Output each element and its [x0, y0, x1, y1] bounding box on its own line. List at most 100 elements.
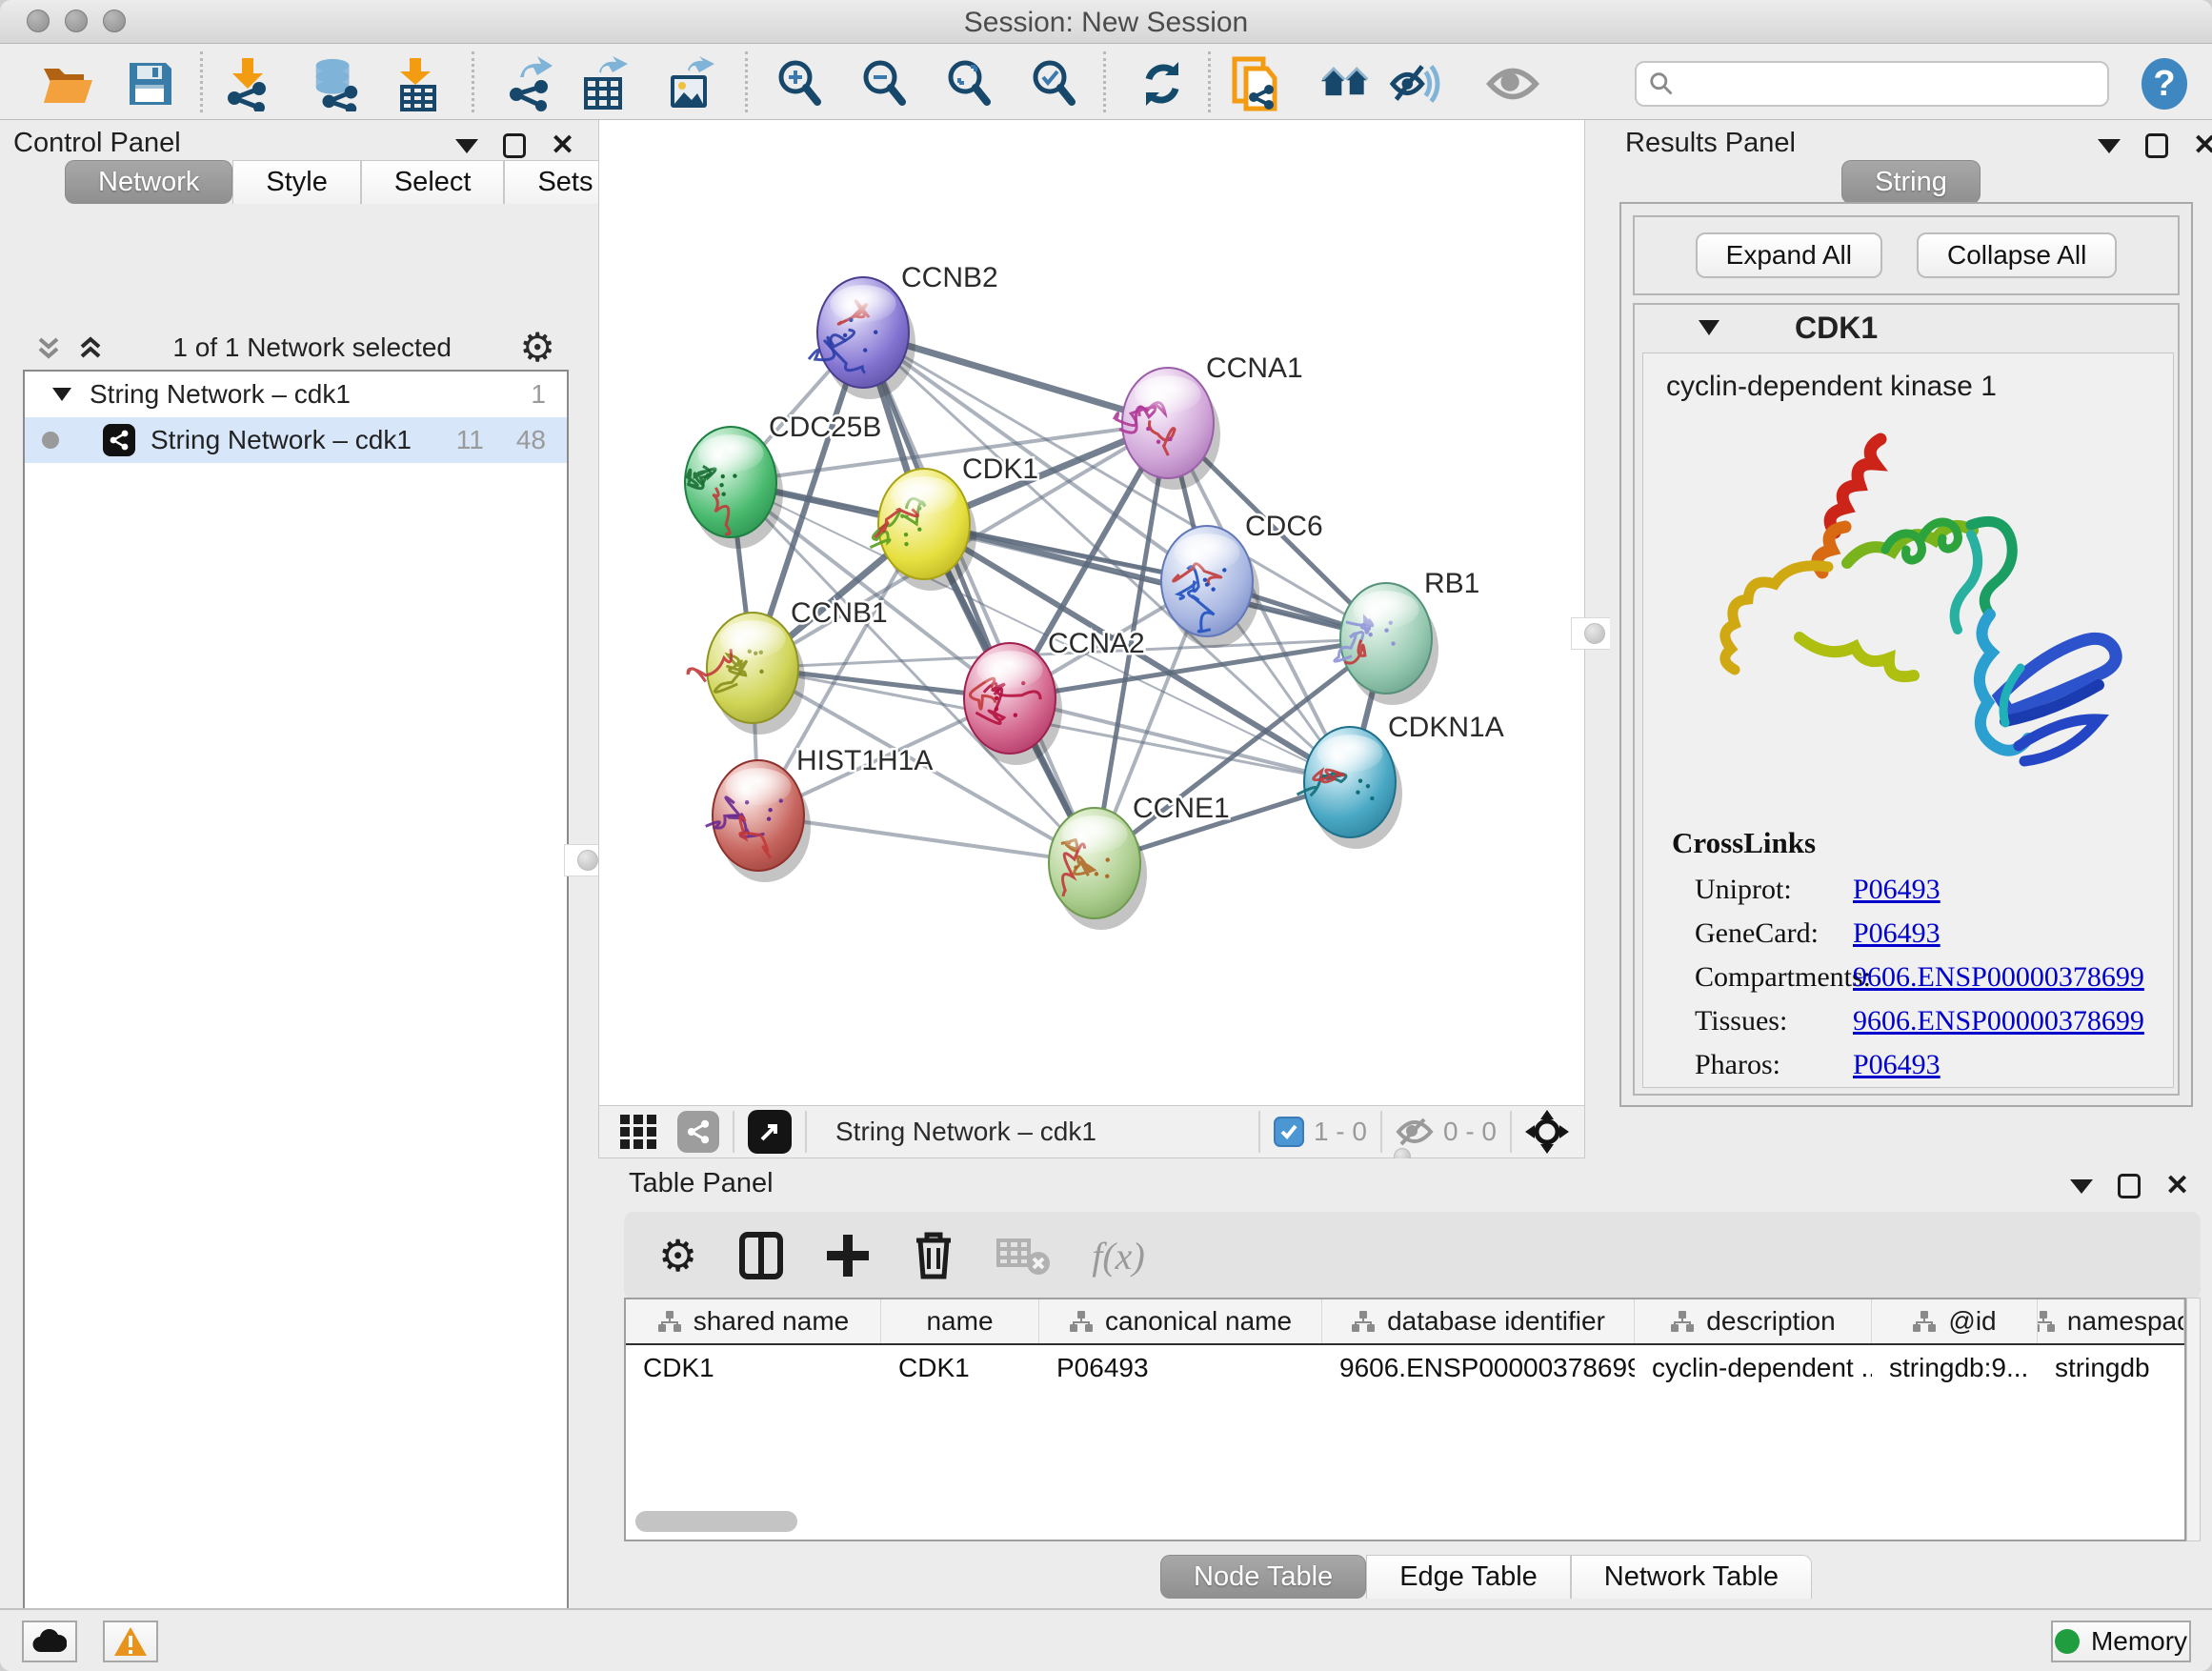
table-vertical-scrollbar[interactable] — [2186, 1298, 2201, 1541]
add-column-icon[interactable] — [825, 1233, 871, 1278]
table-horizontal-scrollbar[interactable] — [635, 1511, 797, 1532]
control-panel-close-icon[interactable]: ✕ — [551, 133, 574, 158]
zoom-out-icon[interactable] — [858, 57, 912, 111]
zoom-fit-icon[interactable] — [943, 57, 996, 111]
edge-CCNB2-CCNE1[interactable] — [863, 332, 1095, 863]
crosslink-link[interactable]: P06493 — [1853, 917, 1941, 950]
crosslink-link[interactable]: P06493 — [1853, 1049, 1941, 1081]
network-view-icon[interactable] — [677, 1111, 719, 1153]
show-eye-icon[interactable] — [1486, 57, 1539, 111]
node-CDKN1A[interactable]: CDKN1A — [1297, 712, 1504, 849]
tab-node-table[interactable]: Node Table — [1160, 1555, 1366, 1599]
memory-button[interactable]: Memory — [2051, 1621, 2191, 1662]
control-panel: Control Panel ✕ Network Style Select Set… — [0, 120, 570, 1608]
collapse-all-button[interactable]: Collapse All — [1917, 232, 2117, 278]
network-canvas[interactable]: CCNB2 CCNA1 CDC25BCDK1 CDC6RB1 CCNB1 CCNA2 CDK… — [598, 120, 1585, 1105]
column-header-description[interactable]: description — [1635, 1299, 1872, 1343]
help-icon[interactable]: ? — [2138, 57, 2191, 111]
column-header-canonical-name[interactable]: canonical name — [1039, 1299, 1322, 1343]
network-row[interactable]: String Network – cdk1 11 48 — [25, 417, 567, 463]
search-field[interactable] — [1635, 61, 2109, 107]
section-collapse-triangle-icon[interactable] — [1698, 318, 1720, 337]
cloud-button[interactable] — [22, 1621, 77, 1662]
table-tabs: Node Table Edge Table Network Table — [1160, 1555, 1812, 1599]
network-collection-row[interactable]: String Network – cdk1 1 — [25, 372, 567, 417]
tab-string[interactable]: String — [1841, 160, 1981, 204]
tab-network-table[interactable]: Network Table — [1571, 1555, 1812, 1599]
selected-checkbox-icon[interactable] — [1274, 1117, 1304, 1147]
home-networks-icon[interactable] — [1319, 57, 1373, 111]
column-header-shared-name[interactable]: shared name — [626, 1299, 881, 1343]
toolbar-separator — [1103, 51, 1106, 112]
node-CCNA1[interactable]: CCNA1 — [1114, 352, 1302, 490]
table-cell[interactable]: stringdb:9... — [1872, 1345, 2038, 1391]
export-network-icon[interactable] — [503, 57, 556, 111]
import-network-file-icon[interactable] — [221, 57, 274, 111]
table-row[interactable]: CDK1CDK1P064939606.ENSP00000378699cyclin… — [626, 1345, 2184, 1391]
tab-style[interactable]: Style — [232, 160, 360, 204]
delete-column-icon[interactable] — [913, 1231, 955, 1280]
grid-view-icon[interactable] — [620, 1114, 656, 1150]
show-columns-icon[interactable] — [739, 1232, 783, 1279]
table-cell[interactable]: CDK1 — [626, 1345, 881, 1391]
tab-edge-table[interactable]: Edge Table — [1366, 1555, 1571, 1599]
hide-unhide-icon[interactable] — [1389, 57, 1442, 111]
memory-label: Memory — [2091, 1626, 2187, 1657]
zoom-in-icon[interactable] — [774, 57, 827, 111]
open-session-icon[interactable] — [41, 57, 94, 111]
network-options-gear-icon[interactable]: ⚙ — [519, 333, 555, 362]
table-cell[interactable]: cyclin-dependent ... — [1635, 1345, 1872, 1391]
export-image-icon[interactable] — [663, 57, 716, 111]
node-RB1[interactable]: RB1 — [1335, 568, 1479, 705]
tab-network[interactable]: Network — [65, 160, 232, 204]
table-panel-close-icon[interactable]: ✕ — [2165, 1174, 2189, 1198]
node-CDC25B[interactable]: CDC25B — [685, 412, 881, 549]
node-CCNA2[interactable]: CCNA2 — [964, 628, 1145, 765]
delete-table-icon[interactable] — [996, 1235, 1050, 1277]
apply-function-icon[interactable]: f(x) — [1092, 1234, 1145, 1278]
fit-selected-crosshair-icon[interactable] — [1525, 1110, 1569, 1154]
collapse-triangle-icon[interactable] — [51, 386, 72, 403]
export-table-icon[interactable] — [576, 57, 630, 111]
tab-select[interactable]: Select — [361, 160, 505, 204]
collapse-all-icon[interactable] — [34, 333, 63, 362]
column-header-@id[interactable]: @id — [1872, 1299, 2038, 1343]
search-input[interactable] — [1675, 70, 2096, 99]
node-CDC6[interactable]: CDC6 — [1161, 511, 1323, 648]
results-panel-menu-icon[interactable] — [2098, 139, 2121, 153]
birds-eye-view-icon[interactable] — [748, 1110, 792, 1154]
column-header-name[interactable]: name — [881, 1299, 1039, 1343]
crosslink-link[interactable]: 9606.ENSP00000378699 — [1853, 961, 2144, 994]
refresh-icon[interactable] — [1136, 57, 1189, 111]
table-cell[interactable]: stringdb — [2038, 1345, 2184, 1391]
node-CCNB1[interactable]: CCNB1 — [688, 597, 888, 735]
crosslink-link[interactable]: P06493 — [1853, 874, 1941, 906]
save-session-icon[interactable] — [124, 57, 177, 111]
column-header-database-identifier[interactable]: database identifier — [1322, 1299, 1635, 1343]
string-results-container: Expand All Collapse All CDK1 cyclin-depe… — [1619, 202, 2193, 1107]
warning-button[interactable] — [103, 1621, 158, 1662]
node-CCNE1[interactable]: CCNE1 — [1049, 793, 1230, 930]
node-HIST1H1A[interactable]: HIST1H1A — [706, 745, 934, 882]
table-cell[interactable]: CDK1 — [881, 1345, 1039, 1391]
node-CDK1[interactable]: CDK1 — [870, 453, 1038, 591]
results-panel-close-icon[interactable]: ✕ — [2193, 133, 2212, 158]
table-cell[interactable]: 9606.ENSP00000378699 — [1322, 1345, 1635, 1391]
control-panel-menu-icon[interactable] — [455, 139, 478, 153]
import-network-database-icon[interactable] — [309, 57, 362, 111]
table-cell[interactable]: P06493 — [1039, 1345, 1322, 1391]
control-panel-float-icon[interactable] — [503, 133, 526, 158]
expand-all-icon[interactable] — [76, 333, 105, 362]
table-panel-menu-icon[interactable] — [2070, 1179, 2093, 1194]
table-options-gear-icon[interactable]: ⚙ — [658, 1234, 697, 1278]
table-panel-float-icon[interactable] — [2118, 1174, 2141, 1198]
zoom-selected-icon[interactable] — [1028, 57, 1081, 111]
copy-style-icon[interactable] — [1229, 57, 1282, 111]
crosslink-link[interactable]: 9606.ENSP00000378699 — [1853, 1005, 2144, 1037]
column-header-namespac[interactable]: namespac — [2038, 1299, 2184, 1343]
cdk1-section-header[interactable]: CDK1 — [1635, 305, 2178, 351]
import-table-icon[interactable] — [389, 57, 442, 111]
expand-all-button[interactable]: Expand All — [1696, 232, 1882, 278]
node-CCNB2[interactable]: CCNB2 — [809, 262, 998, 399]
results-panel-float-icon[interactable] — [2145, 133, 2168, 158]
